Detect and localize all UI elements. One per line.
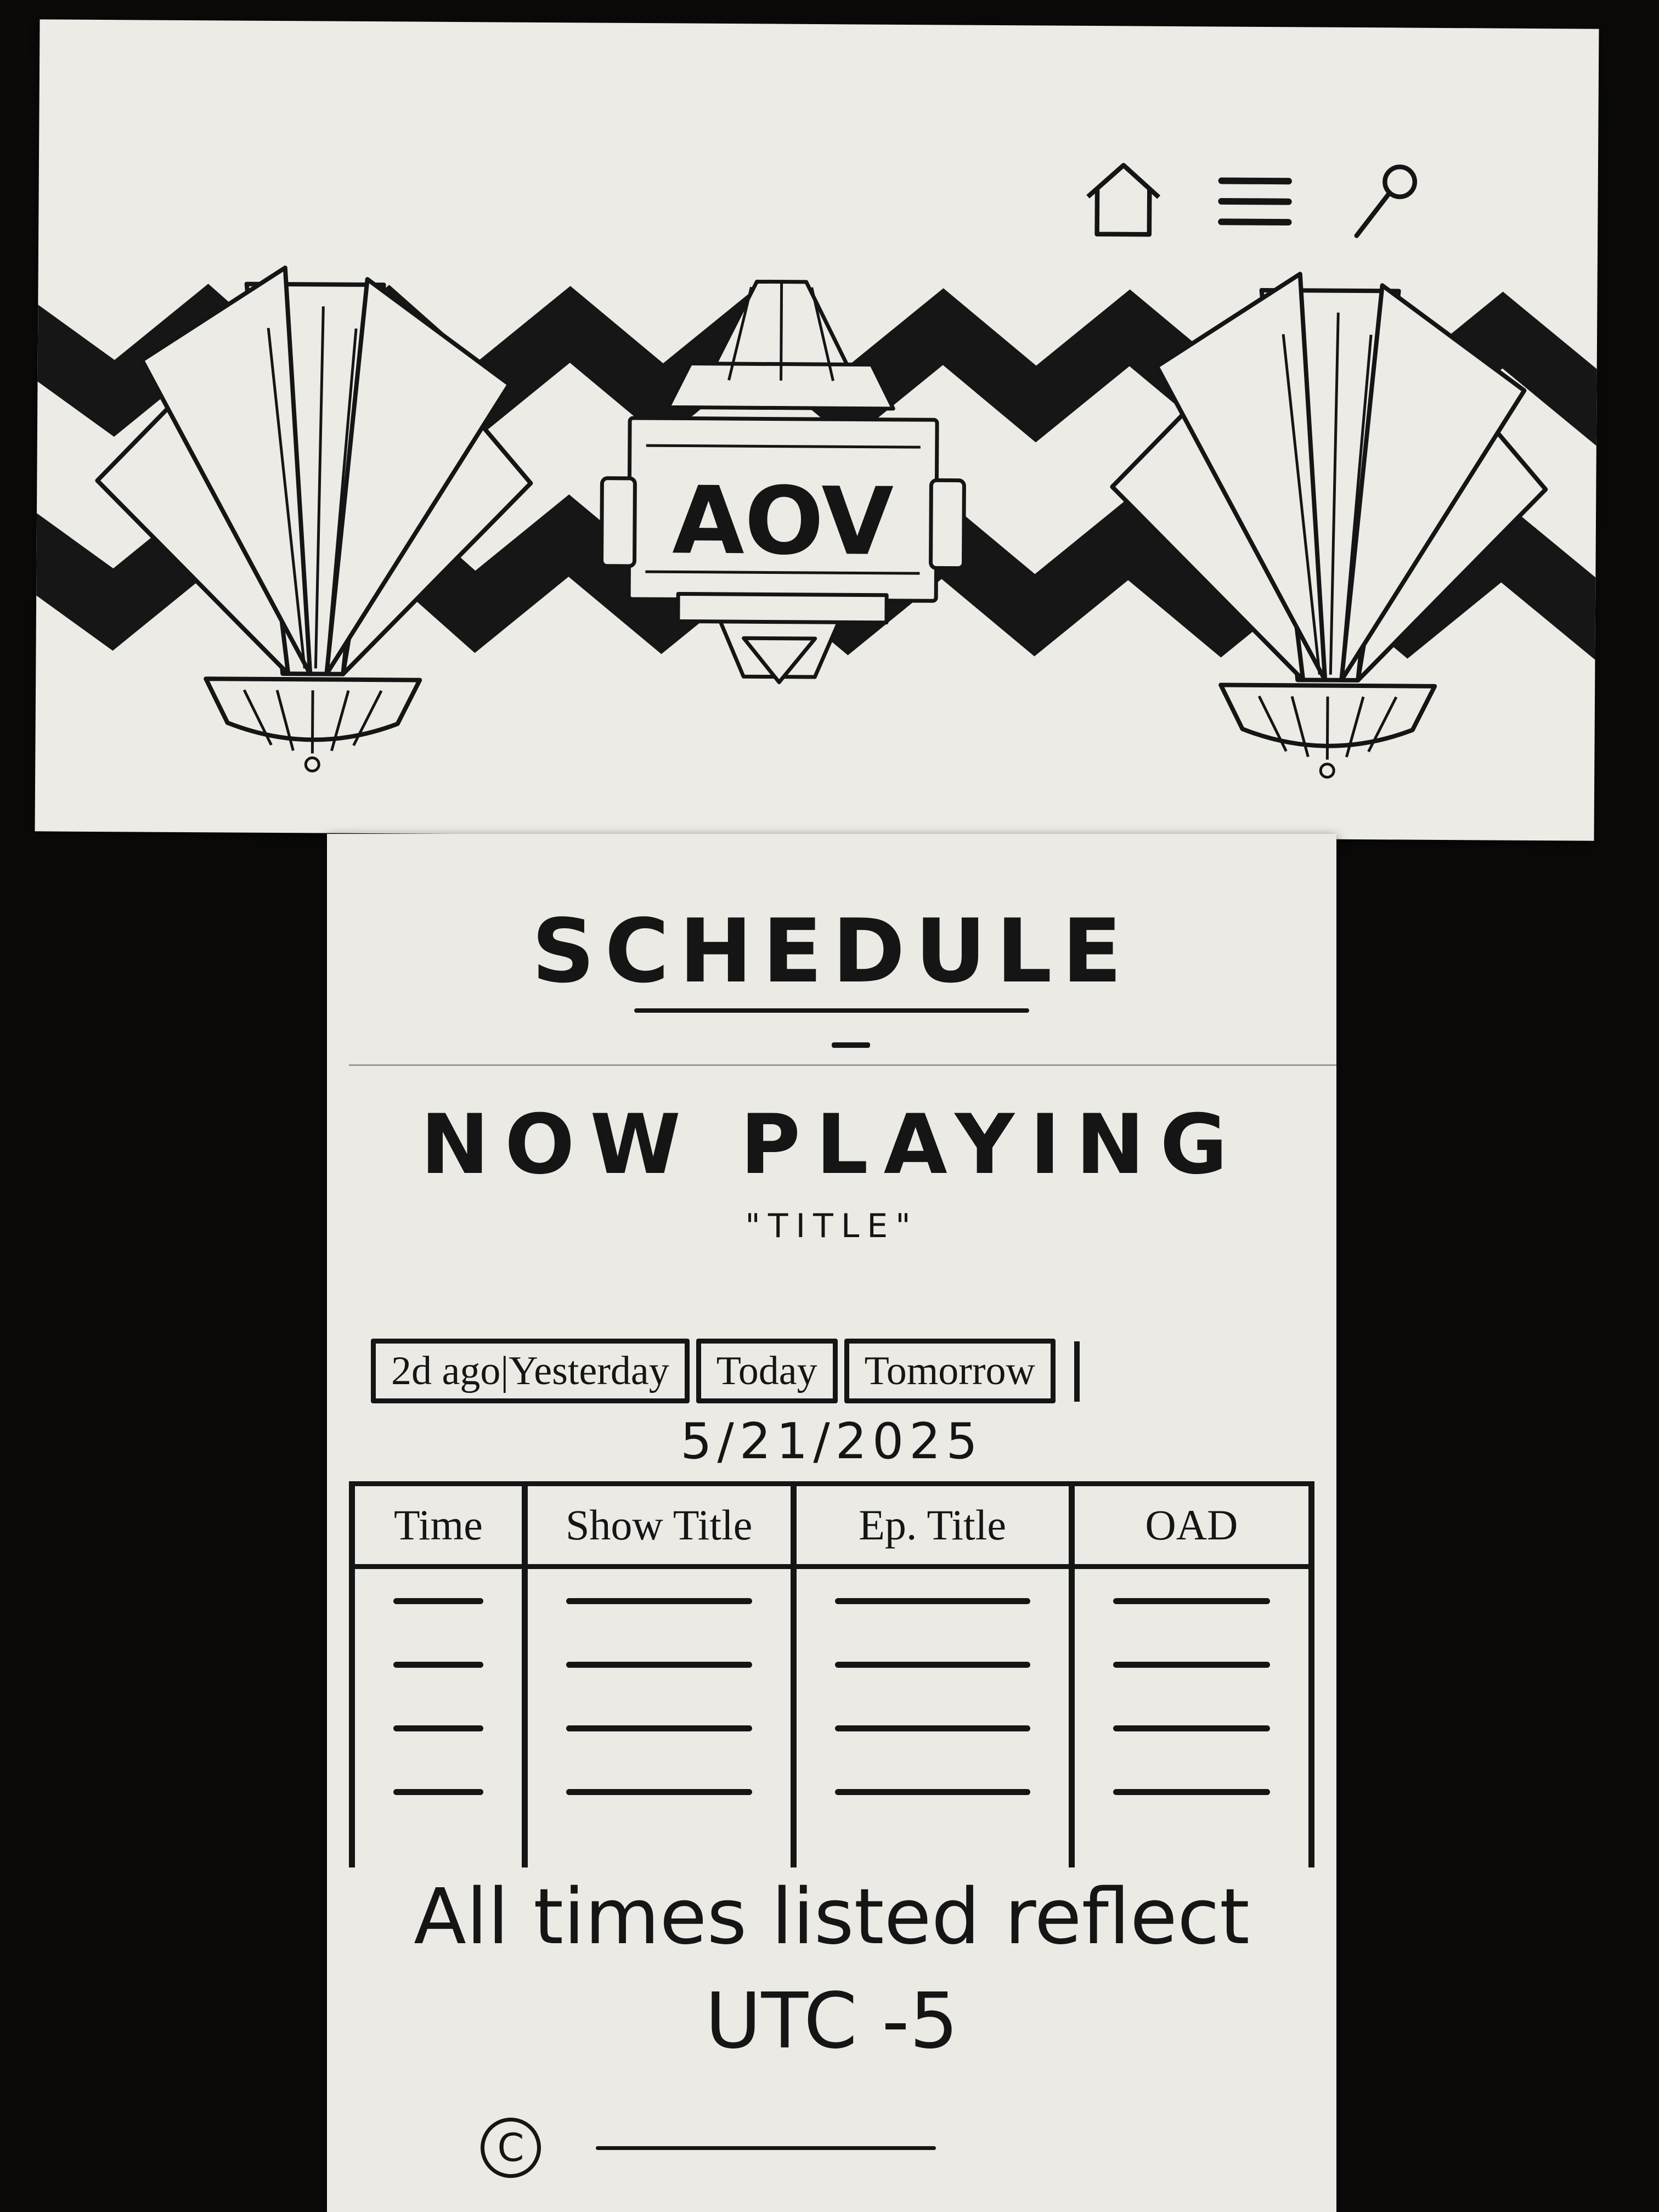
table-row[interactable] [349, 1633, 1315, 1696]
tab-tomorrow[interactable]: Tomorrow [844, 1339, 1056, 1403]
now-playing-label: NOW PLAYING [420, 1097, 1243, 1193]
column-header-oad[interactable]: OAD [1068, 1481, 1315, 1569]
placeholder-line [1113, 1725, 1270, 1731]
timezone-note-line2: UTC -5 [705, 1977, 958, 2066]
column-header-ep-title[interactable]: Ep. Title [790, 1481, 1075, 1569]
placeholder-line [834, 1725, 1030, 1731]
timezone-note-line1: All times listed reflect [414, 1872, 1250, 1962]
schedule-page: SCHEDULE NOW PLAYING "TITLE" 2d ago | Yest… [327, 834, 1336, 2212]
title-dash [832, 1042, 870, 1048]
svg-text:AOV: AOV [672, 466, 894, 576]
placeholder-line [834, 1661, 1030, 1668]
placeholder-line [393, 1725, 483, 1731]
logo: AOV [672, 466, 894, 576]
placeholder-line [1113, 1661, 1270, 1668]
tab-today-label: Today [716, 1348, 817, 1393]
placeholder-line [393, 1661, 483, 1668]
cell-placeholder [521, 1566, 797, 1633]
placeholder-line [566, 1725, 752, 1731]
cell-placeholder [1068, 1760, 1315, 1824]
placeholder-line [834, 1788, 1030, 1795]
placeholder-line [1113, 1598, 1270, 1604]
copyright-icon: C [481, 2118, 541, 2178]
tab-2d-ago-label: 2d ago [391, 1348, 501, 1393]
cell-placeholder [349, 1566, 528, 1633]
cell-placeholder [790, 1633, 1075, 1696]
now-playing-title: "TITLE" [745, 1207, 918, 1245]
table-bottom-spacer [349, 1824, 1315, 1867]
menu-icon[interactable] [1208, 153, 1302, 246]
search-icon[interactable] [1340, 154, 1434, 247]
cell-placeholder [790, 1760, 1075, 1824]
tab-yesterday-label: Yesterday [509, 1348, 669, 1393]
cell-empty [1068, 1824, 1315, 1867]
column-header-time[interactable]: Time [349, 1481, 528, 1569]
header-nav [1076, 152, 1434, 247]
cell-empty [790, 1824, 1075, 1867]
cell-placeholder [790, 1696, 1075, 1760]
cell-placeholder [1068, 1566, 1315, 1633]
home-icon[interactable] [1076, 152, 1170, 246]
cell-placeholder [521, 1760, 797, 1824]
placeholder-line [566, 1598, 752, 1604]
copyright-text-placeholder [596, 2146, 936, 2150]
placeholder-line [566, 1661, 752, 1668]
day-tabs: 2d ago | Yesterday Today Tomorrow [371, 1339, 1080, 1404]
cell-placeholder [349, 1633, 528, 1696]
cell-empty [521, 1824, 797, 1867]
title-underline [634, 1008, 1029, 1013]
timezone-note: All times listed reflect UTC -5 [327, 1865, 1336, 2074]
cell-placeholder [521, 1633, 797, 1696]
table-row[interactable] [349, 1566, 1315, 1633]
tab-2d-ago-yesterday[interactable]: 2d ago | Yesterday [371, 1339, 690, 1403]
schedule-date: 5/21/2025 [680, 1413, 983, 1470]
tabs-overflow-marker [1074, 1341, 1080, 1402]
placeholder-line [393, 1788, 483, 1795]
placeholder-line [1113, 1788, 1270, 1795]
cell-placeholder [1068, 1696, 1315, 1760]
tab-tomorrow-label: Tomorrow [864, 1348, 1035, 1393]
cell-placeholder [521, 1696, 797, 1760]
cell-placeholder [349, 1696, 528, 1760]
page-title: SCHEDULE [532, 900, 1132, 1002]
placeholder-line [834, 1598, 1030, 1604]
placeholder-line [566, 1788, 752, 1795]
cell-placeholder [349, 1760, 528, 1824]
divider [349, 1064, 1336, 1066]
cell-placeholder [790, 1566, 1075, 1633]
placeholder-line [393, 1598, 483, 1604]
cell-empty [349, 1824, 528, 1867]
column-header-show-title[interactable]: Show Title [521, 1481, 797, 1569]
cell-placeholder [1068, 1633, 1315, 1696]
table-row[interactable] [349, 1760, 1315, 1824]
tab-separator: | [500, 1348, 509, 1393]
table-row[interactable] [349, 1696, 1315, 1760]
header-banner: AOV [35, 19, 1599, 841]
tab-today[interactable]: Today [696, 1339, 838, 1403]
table-header-row: Time Show Title Ep. Title OAD [349, 1481, 1315, 1569]
art-deco-banner-illustration: AOV [36, 266, 1597, 779]
schedule-table: Time Show Title Ep. Title OAD [349, 1481, 1315, 1867]
